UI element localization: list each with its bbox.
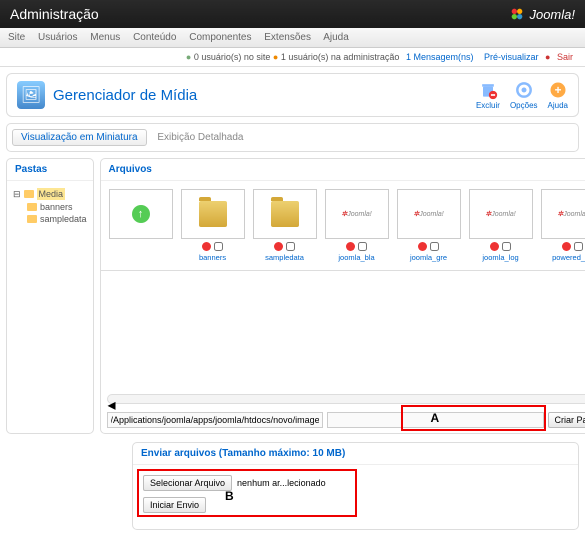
menu-componentes[interactable]: Componentes [189, 32, 251, 43]
up-arrow-icon: ↑ [132, 205, 150, 223]
svg-text:+: + [554, 84, 561, 97]
visitors-icon: ● [186, 52, 191, 62]
folder-icon [27, 203, 37, 211]
joomla-thumb-icon: ✲Joomla! [557, 210, 585, 218]
tab-thumbnail[interactable]: Visualização em Miniatura [12, 129, 147, 146]
file-item[interactable]: banners [181, 189, 245, 262]
menu-site[interactable]: Site [8, 32, 25, 43]
annotation-label-b: B [225, 489, 234, 503]
select-checkbox[interactable] [574, 242, 583, 251]
path-input[interactable] [107, 412, 324, 428]
files-panel: Arquivos ↑ banners sampledata ✲Joomla! [100, 158, 585, 434]
files-heading: Arquivos [101, 159, 585, 181]
trash-icon [478, 80, 498, 100]
menu-extensoes[interactable]: Extensões [264, 32, 311, 43]
delete-icon[interactable] [418, 242, 427, 251]
folder-icon [24, 190, 34, 198]
select-checkbox[interactable] [502, 242, 511, 251]
select-checkbox[interactable] [430, 242, 439, 251]
status-bar: ● 0 usuário(s) no site ● 1 usuário(s) na… [0, 48, 585, 67]
admins-count: 1 usuário(s) na administração [281, 52, 400, 62]
joomla-thumb-icon: ✲Joomla! [485, 210, 515, 218]
start-upload-button[interactable]: Iniciar Envio [143, 497, 206, 513]
folder-icon [27, 215, 37, 223]
tree-child-sampledata[interactable]: sampledata [27, 213, 87, 225]
upload-heading: Enviar arquivos (Tamanho máximo: 10 MB) [133, 443, 578, 465]
main-menu: Site Usuários Menus Conteúdo Componentes… [0, 28, 585, 48]
page-titlebar: 🖼 Gerenciador de Mídia Excluir Opções + … [6, 73, 579, 117]
file-item[interactable]: ✲Joomla! joomla_bla [325, 189, 389, 262]
delete-icon[interactable] [346, 242, 355, 251]
admin-title: Administração [10, 6, 99, 22]
logout-icon: ● [545, 52, 550, 62]
horizontal-scrollbar[interactable]: ◂▸ [107, 394, 585, 404]
annotation-label-a: A [431, 411, 440, 425]
joomla-logo: Joomla! [509, 6, 575, 22]
joomla-thumb-icon: ✲Joomla! [413, 210, 443, 218]
header-bar: Administração Joomla! [0, 0, 585, 28]
select-checkbox[interactable] [214, 242, 223, 251]
page-title: Gerenciador de Mídia [53, 87, 197, 104]
joomla-thumb-icon: ✲Joomla! [341, 210, 371, 218]
folders-panel: Pastas ⊟Media banners sampledata [6, 158, 94, 434]
options-button[interactable]: Opções [510, 80, 538, 110]
select-checkbox[interactable] [358, 242, 367, 251]
menu-menus[interactable]: Menus [90, 32, 120, 43]
folders-heading: Pastas [7, 159, 93, 181]
logout-link[interactable]: Sair [557, 52, 573, 62]
delete-icon[interactable] [490, 242, 499, 251]
file-item[interactable]: ✲Joomla! joomla_gre [397, 189, 461, 262]
tree-child-banners[interactable]: banners [27, 201, 87, 213]
file-item[interactable]: sampledata [253, 189, 317, 262]
file-item[interactable]: ✲Joomla! powered_by [541, 189, 585, 262]
file-up[interactable]: ↑ [109, 189, 173, 262]
files-grid: ↑ banners sampledata ✲Joomla! joomla_bla [101, 181, 585, 270]
folder-icon [271, 201, 299, 227]
no-file-label: nenhum ar...lecionado [237, 478, 326, 488]
delete-icon[interactable] [202, 242, 211, 251]
create-folder-button[interactable]: Criar Pasta [548, 412, 585, 428]
file-item[interactable]: ✲Joomla! joomla_log [469, 189, 533, 262]
tree-root[interactable]: ⊟Media [13, 187, 87, 201]
menu-usuarios[interactable]: Usuários [38, 32, 77, 43]
preview-link[interactable]: Pré-visualizar [484, 52, 539, 62]
delete-icon[interactable] [274, 242, 283, 251]
view-tabs: Visualização em Miniatura Exibição Detal… [6, 123, 579, 152]
admins-icon: ● [273, 52, 278, 62]
upload-panel: Enviar arquivos (Tamanho máximo: 10 MB) … [132, 442, 579, 530]
help-button[interactable]: + Ajuda [548, 80, 568, 110]
media-icon: 🖼 [17, 81, 45, 109]
messages-link[interactable]: 1 Mensagem(ns) [406, 52, 474, 62]
folder-icon [199, 201, 227, 227]
select-checkbox[interactable] [286, 242, 295, 251]
menu-ajuda[interactable]: Ajuda [323, 32, 349, 43]
select-file-button[interactable]: Selecionar Arquivo [143, 475, 232, 491]
delete-button[interactable]: Excluir [476, 80, 500, 110]
help-icon: + [548, 80, 568, 100]
gear-icon [514, 80, 534, 100]
visitors-count: 0 usuário(s) no site [194, 52, 271, 62]
menu-conteudo[interactable]: Conteúdo [133, 32, 176, 43]
delete-icon[interactable] [562, 242, 571, 251]
tab-detail[interactable]: Exibição Detalhada [149, 130, 251, 145]
